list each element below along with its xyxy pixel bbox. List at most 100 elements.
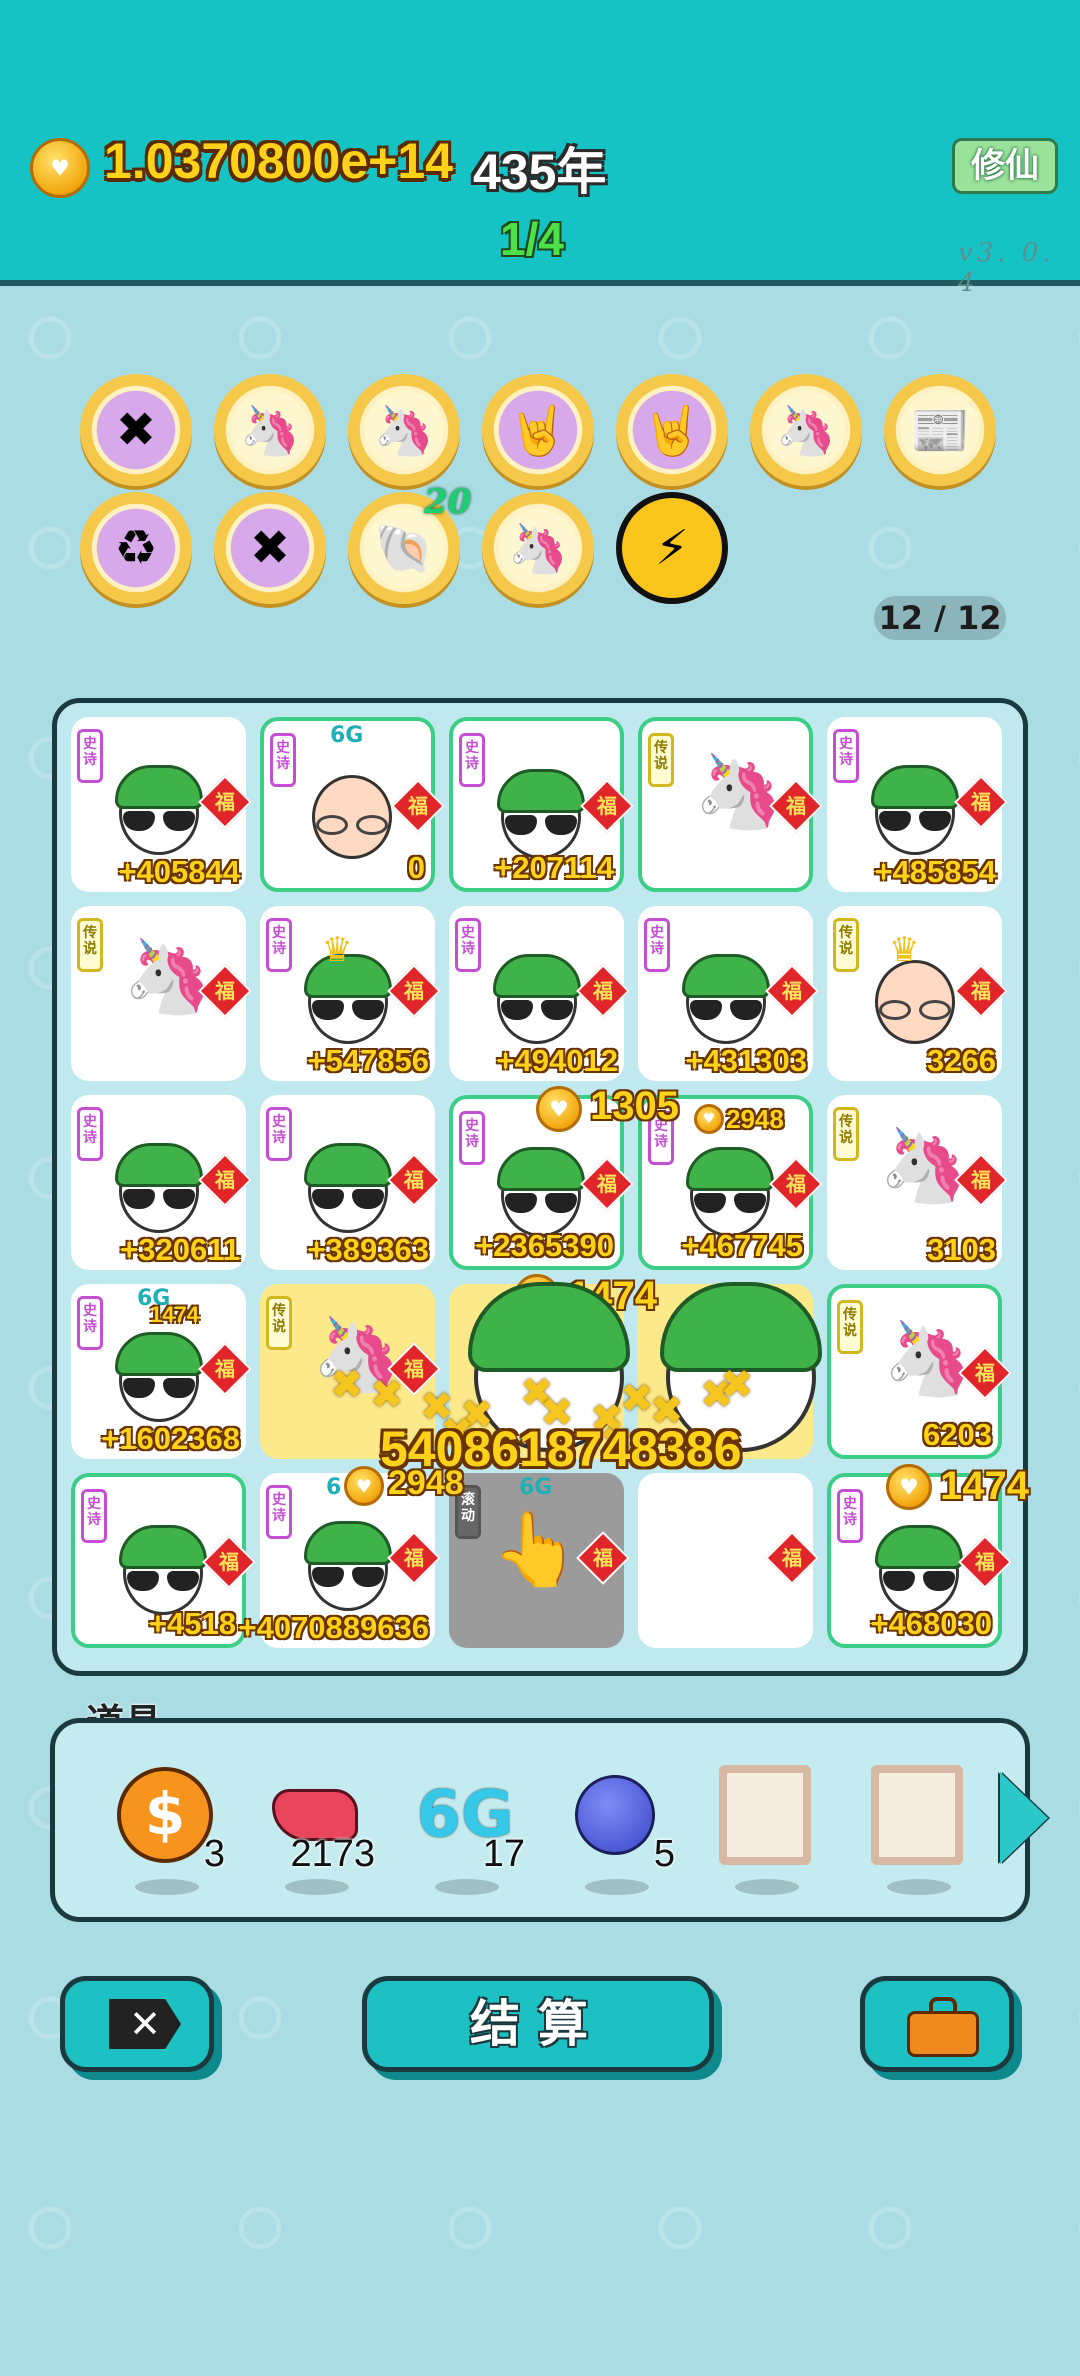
bald-man-icon [304, 761, 400, 861]
board-cell[interactable]: 传说 ♛ 福 3266 [827, 906, 1008, 1081]
tool-slot[interactable]: 2173 [265, 1765, 375, 1895]
board-cell[interactable]: 史诗福 +405844 [71, 717, 252, 892]
fu-label: 福 [782, 1546, 802, 1570]
xiuxian-button[interactable]: 修仙 [952, 138, 1058, 194]
green-hat-guy-icon [871, 1517, 967, 1617]
tool-slot[interactable] [867, 1765, 967, 1895]
relic-lightning-icon[interactable]: ⚡ [616, 492, 728, 604]
tool-count: 5 [653, 1833, 675, 1875]
relic-rock-hand-icon[interactable]: 🤘 [616, 374, 728, 486]
green-hat-guy-icon [493, 761, 589, 861]
round-indicator: 1/4 [500, 213, 564, 265]
settle-button-label: 结算 [470, 1994, 606, 2053]
close-button[interactable]: ✕ [60, 1976, 214, 2072]
fu-label: 福 [597, 794, 617, 818]
board-cell[interactable]: 史诗福 6G 0 [260, 717, 445, 892]
tool-slot[interactable]: $3 [115, 1765, 225, 1895]
board-cell[interactable]: 滚动 👆 福 6G [449, 1473, 630, 1648]
board-cell[interactable]: 史诗福 +207114 [449, 717, 634, 892]
tool-slot[interactable]: 5 [565, 1765, 675, 1895]
board-cell[interactable]: 史诗福 +389363 [260, 1095, 441, 1270]
lightning-icon: ⚡ [655, 520, 689, 576]
rarity-tag: 史诗 [644, 918, 670, 972]
green-hat-guy-icon [489, 946, 585, 1046]
relic-unicorn-icon[interactable]: 🦄 [482, 492, 594, 604]
fu-label: 福 [215, 1168, 235, 1192]
board-cell[interactable]: 传说 🦄 福 6203 [827, 1284, 1012, 1459]
board-cell[interactable]: 史诗福 +494012 [449, 906, 630, 1081]
6g-badge: 6 [326, 1475, 342, 1500]
green-hat-guy-icon [115, 1517, 211, 1617]
float-reward: 1305 [590, 1084, 679, 1128]
fu-label: 福 [597, 1172, 617, 1196]
board-cell[interactable]: 史诗福 +4518 [71, 1473, 256, 1648]
cell-value: 3103 [927, 1232, 996, 1267]
fu-label: 福 [404, 1168, 424, 1192]
board-cell[interactable]: 史诗 ♛ 福 +547856 [260, 906, 441, 1081]
crown-icon: ♛ [322, 930, 353, 970]
tools-panel: $3 2173 6G 17 5 [50, 1718, 1030, 1922]
relic-multiply-dice-icon[interactable]: ✖ [80, 374, 192, 486]
relic-unicorn-icon[interactable]: 🦄 [750, 374, 862, 486]
fu-label: 福 [782, 979, 802, 1003]
board-cell[interactable]: 史诗福 +320611 [71, 1095, 252, 1270]
fu-label: 福 [786, 794, 806, 818]
recycle-icon: ♻ [114, 520, 158, 576]
rarity-tag: 传说 [77, 918, 103, 972]
cell-value: +1602368 [101, 1421, 240, 1456]
next-page-arrow-icon[interactable] [1000, 1772, 1048, 1864]
cell-value: +431303 [685, 1043, 807, 1078]
tool-shadow [735, 1879, 799, 1895]
board-cell[interactable]: 传说 🦄 福 [71, 906, 252, 1081]
relic-time-magazine-icon[interactable]: 📰 [884, 374, 996, 486]
fu-label: 福 [215, 790, 235, 814]
bag-button[interactable] [860, 1976, 1014, 2072]
unicorn-icon: 🦄 [694, 749, 784, 833]
unicorn-icon: 🦄 [879, 1123, 969, 1207]
fu-label: 福 [971, 1168, 991, 1192]
cell-value: +207114 [494, 850, 614, 885]
multiply-dice-icon: ✖ [249, 520, 291, 576]
fu-diamond-icon: 福 [576, 1531, 630, 1585]
briefcase-icon [907, 1997, 979, 2057]
tool-count: 3 [203, 1833, 225, 1875]
settle-button[interactable]: 结算 [362, 1976, 714, 2072]
rarity-tag: 史诗 [459, 733, 485, 787]
board-cell[interactable]: 传说 🦄 福 3103 [827, 1095, 1008, 1270]
cell-value: +405844 [118, 854, 240, 889]
empty-frame-icon [715, 1765, 815, 1865]
fu-label: 福 [215, 1357, 235, 1381]
version-label: v3. 0. 4 [958, 238, 1055, 298]
cell-value: +494012 [496, 1043, 618, 1078]
green-hat-guy-icon [678, 946, 774, 1046]
green-hat-guy-icon [111, 1135, 207, 1235]
cell-value: +4070889636 [238, 1610, 429, 1645]
rock-hand-icon: 🤘 [642, 402, 702, 459]
6g-badge: 6G [519, 1475, 553, 1500]
rarity-tag: 史诗 [77, 729, 103, 783]
cell-value: +4518 [148, 1606, 236, 1641]
board-cell[interactable]: 福 [638, 1473, 819, 1648]
board-cell[interactable]: 史诗福 +431303 [638, 906, 819, 1081]
board-cell[interactable]: 史诗福 +485854 [827, 717, 1008, 892]
rarity-tag: 史诗 [459, 1111, 485, 1165]
dollar-coin-icon: $ [115, 1765, 215, 1865]
relic-multiply-dice-icon[interactable]: ✖ [214, 492, 326, 604]
rarity-tag: 史诗 [833, 729, 859, 783]
float-reward: 1474 [940, 1464, 1029, 1508]
relic-rock-hand-icon[interactable]: 🤘 [482, 374, 594, 486]
top-bar-divider [0, 280, 1080, 286]
cell-value: +485854 [874, 854, 996, 889]
tool-slot[interactable]: 6G 17 [415, 1765, 525, 1895]
fu-label: 福 [975, 1361, 995, 1385]
relic-unicorn-icon[interactable]: 🦄 [348, 374, 460, 486]
float-coin-icon: ♥ [536, 1086, 582, 1132]
relic-unicorn-icon[interactable]: 🦄 [214, 374, 326, 486]
tool-shadow [135, 1879, 199, 1895]
green-hat-guy-icon [111, 1324, 207, 1424]
fu-diamond-icon: 福 [765, 1531, 819, 1585]
relic-count: 12 / 12 [874, 596, 1006, 640]
relic-recycle-icon[interactable]: ♻ [80, 492, 192, 604]
board-cell[interactable]: 传说 🦄 福 [638, 717, 823, 892]
tool-slot[interactable] [715, 1765, 815, 1895]
